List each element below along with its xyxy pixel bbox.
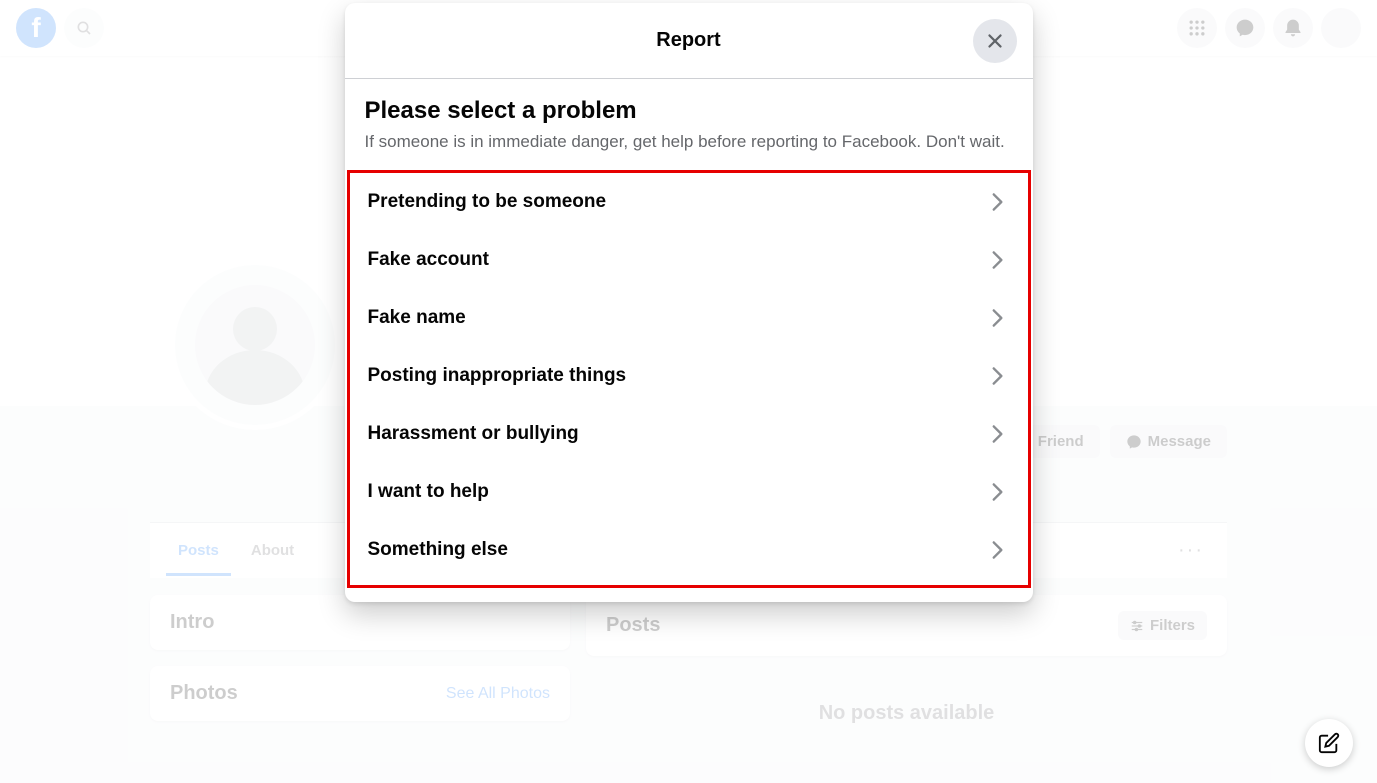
compose-button[interactable] — [1305, 719, 1353, 767]
edit-icon — [1318, 732, 1340, 754]
option-label: Posting inappropriate things — [368, 365, 627, 387]
option-want-to-help[interactable]: I want to help — [350, 463, 1028, 521]
section-heading: Please select a problem — [345, 97, 1033, 125]
option-label: Fake name — [368, 307, 466, 329]
report-modal: Report Please select a problem If someon… — [345, 3, 1033, 602]
option-label: Harassment or bullying — [368, 423, 579, 445]
option-something-else[interactable]: Something else — [350, 521, 1028, 579]
option-label: Something else — [368, 539, 508, 561]
chevron-right-icon — [984, 537, 1010, 563]
option-fake-account[interactable]: Fake account — [350, 231, 1028, 289]
option-label: Pretending to be someone — [368, 191, 607, 213]
modal-header: Report — [345, 3, 1033, 79]
option-harassment[interactable]: Harassment or bullying — [350, 405, 1028, 463]
section-subtext: If someone is in immediate danger, get h… — [345, 131, 1033, 154]
chevron-right-icon — [984, 421, 1010, 447]
option-label: Fake account — [368, 249, 489, 271]
option-fake-name[interactable]: Fake name — [350, 289, 1028, 347]
chevron-right-icon — [984, 305, 1010, 331]
option-pretending[interactable]: Pretending to be someone — [350, 173, 1028, 231]
option-inappropriate[interactable]: Posting inappropriate things — [350, 347, 1028, 405]
chevron-right-icon — [984, 479, 1010, 505]
close-icon — [984, 30, 1006, 52]
chevron-right-icon — [984, 247, 1010, 273]
modal-title: Report — [656, 29, 720, 52]
modal-body: Please select a problem If someone is in… — [345, 79, 1033, 602]
options-list: Pretending to be someone Fake account Fa… — [347, 170, 1031, 588]
close-button[interactable] — [973, 19, 1017, 63]
chevron-right-icon — [984, 363, 1010, 389]
option-label: I want to help — [368, 481, 489, 503]
chevron-right-icon — [984, 189, 1010, 215]
